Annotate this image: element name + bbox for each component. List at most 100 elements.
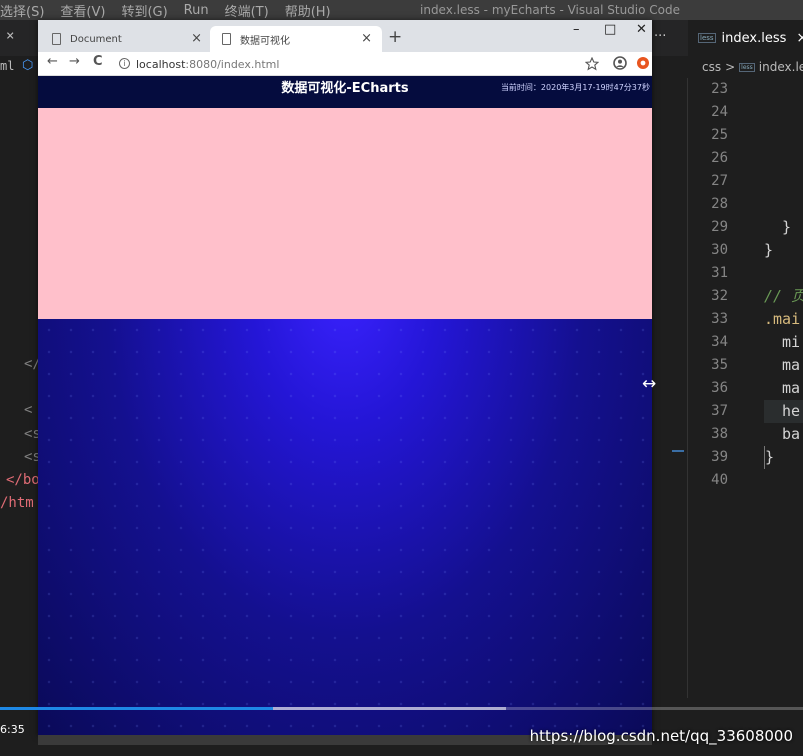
code-line: } [782,218,792,236]
tab-label: Document [70,33,122,45]
extension-icon[interactable] [636,56,650,70]
menu-terminal[interactable]: 终端(T) [225,1,269,20]
left-breadcrumb-text: ml [0,59,15,73]
url-host: localhost [136,57,186,71]
line-number: 34 [711,334,728,350]
main-pink-panel [38,108,652,319]
right-breadcrumb: css > less index.le [688,56,803,78]
code-line: he [764,400,803,423]
close-tab-icon[interactable]: × [361,31,372,46]
code-line: ma [782,356,801,374]
code-line: .mai [764,310,801,328]
forward-button[interactable]: → [69,54,80,69]
code-fragment: </bo [6,472,40,488]
tab-close-icon[interactable]: × [796,30,803,46]
breadcrumb-folder[interactable]: css [702,60,721,74]
code-area[interactable]: } } // 页 .mai mi ma ma he ba } [764,78,803,492]
breadcrumb-separator: > [725,60,736,74]
back-button[interactable]: ← [47,54,58,69]
code-line: // 页 [764,287,803,305]
close-tab-icon[interactable]: × [191,31,202,46]
code-fragment: /htm [0,495,34,511]
page-viewport[interactable]: 数据可视化-ECharts 当前时间：2020年3月17-19时47分37秒 [38,76,652,736]
video-controls: 6:35 https://blog.csdn.net/qq_33608000 [0,705,803,756]
line-number: 25 [711,127,728,143]
video-time: 6:35 [0,723,25,736]
line-number-gutter: 23 24 25 26 27 28 29 30 31 32 33 34 35 3… [688,78,738,492]
more-actions-icon[interactable]: ··· [654,29,666,44]
document-icon [52,33,61,45]
code-line: } [764,241,774,259]
code-fragment: < [24,402,33,418]
breadcrumb-file[interactable]: index.le [759,60,803,74]
menu-view[interactable]: 查看(V) [60,1,105,20]
line-number: 35 [711,357,728,373]
document-icon [222,33,231,45]
tab-document[interactable]: Document × [40,26,212,52]
less-file-icon: less [698,33,716,43]
line-number: 28 [711,196,728,212]
line-number: 37 [711,403,728,419]
background-texture [38,319,652,736]
code-line: mi [782,333,801,351]
code-line: ma [782,379,801,397]
profile-icon[interactable] [613,56,627,70]
line-number: 38 [711,426,728,442]
site-info-icon[interactable]: i [119,58,130,69]
watermark: https://blog.csdn.net/qq_33608000 [529,727,793,745]
left-tabbar: × [0,20,40,56]
tab-label: 数据可视化 [240,35,290,47]
close-window-button[interactable]: ✕ [636,22,647,37]
cube-icon: ⬡ [22,58,34,73]
page-header: 数据可视化-ECharts 当前时间：2020年3月17-19时47分37秒 [38,76,652,108]
menu-goto[interactable]: 转到(G) [121,1,167,20]
new-tab-button[interactable]: + [388,27,402,47]
maximize-button[interactable]: □ [604,22,616,37]
current-time: 当前时间：2020年3月17-19时47分37秒 [500,83,650,92]
minimap-strip[interactable] [652,78,688,698]
menu-select[interactable]: 选择(S) [0,1,44,20]
line-number: 31 [711,265,728,281]
vscode-menubar: 选择(S) 查看(V) 转到(G) Run 终端(T) 帮助(H) index.… [0,0,803,20]
line-number: 30 [711,242,728,258]
url-path: :8080/index.html [185,57,280,71]
line-number: 33 [711,311,728,327]
scroll-marker [672,450,684,452]
tab-label: index.less [721,30,787,46]
code-line: } [764,446,803,469]
line-number: 40 [711,472,728,488]
bookmark-star-icon[interactable] [585,57,599,71]
progress-buffer [270,707,506,710]
menu-help[interactable]: 帮助(H) [285,1,331,20]
line-number: 23 [711,81,728,97]
line-number: 36 [711,380,728,396]
window-title: index.less - myEcharts - Visual Studio C… [420,3,680,17]
minimize-button[interactable]: – [573,22,580,37]
browser-window: Document × 数据可视化 × + – □ ✕ ← → C i local… [38,20,652,736]
line-number: 32 [711,288,728,304]
address-bar[interactable]: i localhost:8080/index.html [114,54,604,74]
line-number: 24 [711,104,728,120]
menu-run[interactable]: Run [184,3,209,18]
code-line: ba [782,425,801,443]
reload-button[interactable]: C [93,54,103,69]
resize-cursor-icon: ↔ [642,374,657,394]
right-editor: ··· less index.less × css > less index.l… [652,20,803,756]
line-number: 29 [711,219,728,235]
right-tabbar: ··· less index.less × [652,20,803,56]
tab-index-less[interactable]: less index.less × [688,20,803,56]
progress-fill [0,707,274,710]
line-number: 39 [711,449,728,465]
browser-toolbar: ← → C i localhost:8080/index.html [38,52,652,76]
left-editor: × ml ⬡ </ < <s <s </bo /htm [0,20,41,756]
tab-data-visualization[interactable]: 数据可视化 × [210,26,382,52]
left-tab-close-icon[interactable]: × [6,28,14,44]
